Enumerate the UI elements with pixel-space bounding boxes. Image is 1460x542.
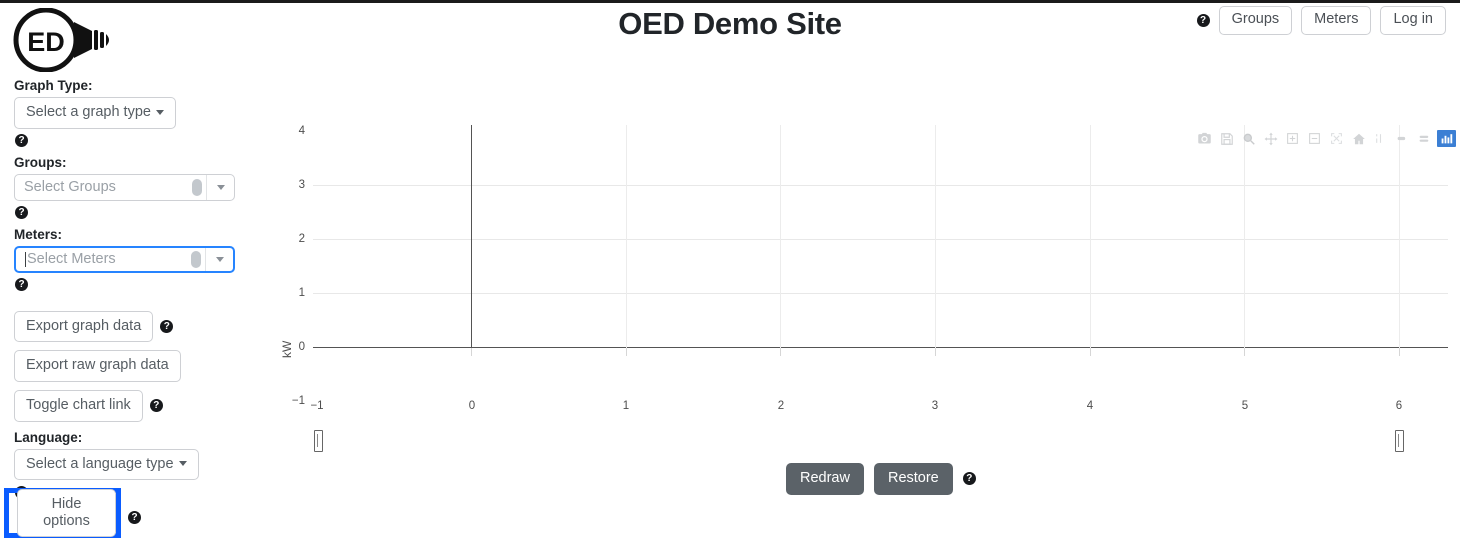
- meters-placeholder-wrap: Select Meters: [16, 248, 191, 271]
- groups-help-icon[interactable]: ?: [15, 205, 28, 219]
- meters-group: Meters: Select Meters ?: [0, 227, 268, 291]
- rangeslider-handle-left[interactable]: [314, 430, 323, 452]
- meters-dropdown-indicator[interactable]: [205, 247, 233, 271]
- export-graph-data-button[interactable]: Export graph data: [14, 310, 154, 343]
- y-tick-label: 3: [298, 179, 305, 191]
- graph-type-dropdown[interactable]: Select a graph type: [14, 97, 176, 129]
- x-tick-label: 0: [468, 400, 476, 412]
- gridline-x1: [626, 125, 627, 348]
- zoom-magnifier-icon[interactable]: [1239, 130, 1258, 147]
- gridline-y2: [313, 239, 1448, 240]
- save-disk-icon[interactable]: [1217, 130, 1236, 147]
- x-tick-label: −1: [310, 400, 324, 412]
- plotly-modebar: [1195, 130, 1456, 147]
- hover-compare-icon[interactable]: [1393, 130, 1412, 147]
- plotly-logo-icon[interactable]: [1437, 130, 1456, 147]
- reset-home-icon[interactable]: [1349, 130, 1368, 147]
- x-tick-label: 4: [1086, 400, 1094, 412]
- y-tick-label: 2: [298, 233, 305, 245]
- header-help-icon[interactable]: ?: [1196, 13, 1210, 27]
- groups-group: Groups: Select Groups ?: [0, 155, 268, 219]
- zoom-out-icon[interactable]: [1305, 130, 1324, 147]
- rangeslider-handle-right[interactable]: [1395, 430, 1404, 452]
- hide-options-button[interactable]: Hide options: [17, 488, 116, 538]
- zeroline-y0: [313, 347, 1448, 349]
- export-raw-graph-data-button[interactable]: Export raw graph data: [14, 350, 181, 383]
- groups-dropdown-indicator[interactable]: [206, 174, 234, 200]
- options-sidebar: Graph Type: Select a graph type ? Groups…: [0, 78, 268, 502]
- toggle-chart-link-button[interactable]: Toggle chart link: [14, 390, 143, 422]
- y-tick-label: 1: [298, 287, 305, 299]
- meters-help-icon[interactable]: ?: [15, 277, 28, 291]
- x-tickmark: [1244, 348, 1245, 356]
- page-header: ED OED Demo Site ? Groups Meters Log in: [0, 0, 1460, 73]
- header-actions: ? Groups Meters Log in: [1196, 6, 1446, 35]
- graph-type-help-icon[interactable]: ?: [15, 133, 28, 147]
- spike-lines-icon[interactable]: [1371, 130, 1390, 147]
- gridline-y3: [313, 185, 1448, 186]
- restore-button[interactable]: Restore: [873, 463, 953, 495]
- export-actions: Export graph data ? Export raw graph dat…: [0, 310, 268, 422]
- chevron-down-icon: [155, 109, 164, 115]
- x-tickmark: [1090, 348, 1091, 356]
- gridline-x4: [1090, 125, 1091, 348]
- x-tick-label: 5: [1241, 400, 1249, 412]
- groups-select[interactable]: Select Groups: [14, 173, 235, 201]
- chart-controls-help-icon[interactable]: ?: [962, 472, 976, 486]
- toggle-chart-link-help-icon[interactable]: ?: [149, 399, 163, 413]
- y-tick-label: 4: [298, 125, 305, 137]
- groups-label: Groups:: [14, 154, 67, 170]
- gridline-x3: [935, 125, 936, 348]
- export-graph-help-icon[interactable]: ?: [160, 320, 174, 333]
- gridline-x6: [1399, 125, 1400, 348]
- chevron-down-icon: [215, 256, 224, 262]
- x-tickmark: [1399, 348, 1400, 356]
- x-tick-label: 6: [1395, 400, 1403, 412]
- x-tick-label: 2: [777, 400, 785, 412]
- x-tick-label: 3: [931, 400, 939, 412]
- chevron-down-icon: [178, 461, 187, 467]
- zoom-in-icon[interactable]: [1283, 130, 1302, 147]
- x-tickmark: [626, 348, 627, 356]
- meters-clear-indicator[interactable]: [191, 250, 201, 268]
- meters-label: Meters:: [14, 226, 63, 242]
- x-tick-label: 1: [622, 400, 630, 412]
- groups-placeholder: Select Groups: [24, 179, 116, 196]
- hide-options-help-icon[interactable]: ?: [128, 511, 141, 524]
- y-tick-label: 0: [298, 341, 305, 353]
- zeroline-x0: [471, 125, 473, 348]
- graph-type-group: Graph Type: Select a graph type ?: [0, 78, 268, 147]
- groups-nav-button[interactable]: Groups: [1218, 6, 1293, 35]
- gridline-x5: [1244, 125, 1245, 348]
- gridline-x2: [780, 125, 781, 348]
- autoscale-icon[interactable]: [1327, 130, 1346, 147]
- hide-options-highlight-box: Hide options: [4, 488, 121, 538]
- groups-clear-indicator[interactable]: [192, 178, 202, 196]
- gridline-y1: [313, 293, 1448, 294]
- language-dropdown[interactable]: Select a language type: [14, 448, 199, 481]
- language-selected-text: Select a language type: [26, 455, 174, 472]
- redraw-button[interactable]: Redraw: [786, 463, 864, 495]
- meters-nav-button[interactable]: Meters: [1301, 6, 1372, 35]
- text-cursor: [25, 251, 26, 267]
- graph-type-label: Graph Type:: [14, 78, 93, 93]
- chart-controls: Redraw Restore ?: [786, 463, 976, 495]
- pan-move-icon[interactable]: [1261, 130, 1280, 147]
- graph-type-selected-text: Select a graph type: [26, 104, 151, 120]
- meters-select[interactable]: Select Meters: [14, 245, 235, 273]
- hover-compare-data-icon[interactable]: [1415, 130, 1434, 147]
- language-label: Language:: [14, 429, 83, 445]
- chevron-down-icon: [216, 184, 225, 190]
- login-button[interactable]: Log in: [1380, 6, 1446, 35]
- energy-chart[interactable]: kW 4 3 2 1 0 −1 −1 0 1 2 3 4 5 6: [268, 100, 1460, 480]
- meters-placeholder: Select Meters: [27, 251, 116, 268]
- x-tickmark: [471, 348, 472, 356]
- download-camera-icon[interactable]: [1195, 130, 1214, 147]
- x-tickmark: [780, 348, 781, 356]
- x-tickmark: [935, 348, 936, 356]
